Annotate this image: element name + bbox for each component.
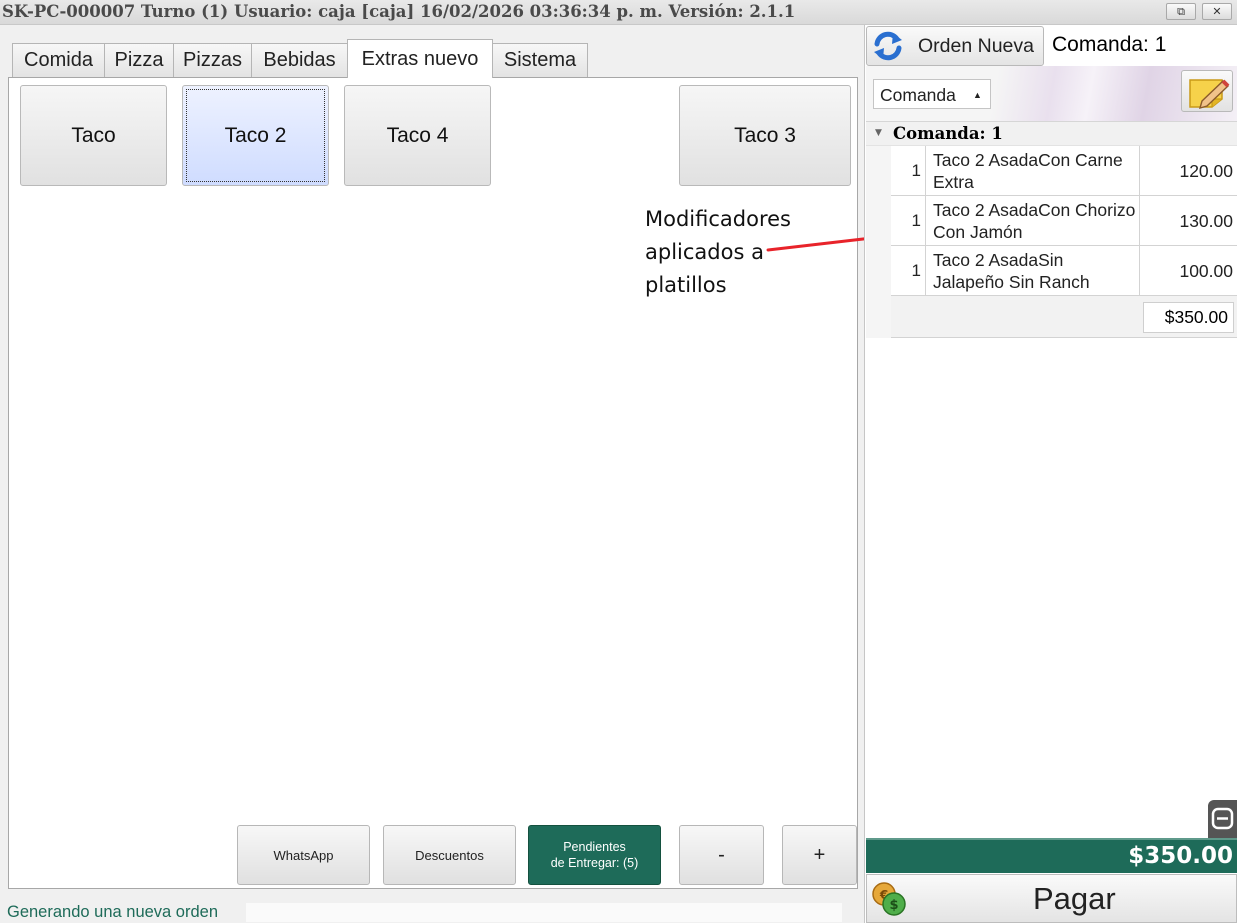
product-taco-3-button[interactable]: Taco 3 — [679, 85, 851, 186]
collapse-icon: ▼ — [875, 128, 882, 138]
orden-nueva-button[interactable]: Orden Nueva — [866, 26, 1044, 66]
comanda-dropdown[interactable]: Comanda ▲ — [873, 79, 991, 109]
product-taco-2-button[interactable]: Taco 2 — [182, 85, 329, 186]
grid-indent — [866, 146, 891, 338]
title-bar: SK-PC-000007 Turno (1) Usuario: caja [ca… — [0, 0, 1237, 25]
note-button[interactable] — [1181, 70, 1233, 112]
order-row-price: 120.00 — [1179, 161, 1233, 181]
total-amount: $350.00 — [1128, 843, 1233, 869]
product-taco-4-button[interactable]: Taco 4 — [344, 85, 491, 186]
descuentos-button[interactable]: Descuentos — [383, 825, 516, 885]
subtotal-row: $350.00 — [891, 296, 1237, 338]
pendientes-label-line-2: de Entregar: (5) — [550, 856, 639, 870]
order-row-description: Taco 2 AsadaSin Jalapeño Sin Ranch — [933, 249, 1139, 293]
order-row-desc-line-1: Taco 2 AsadaSin — [933, 250, 1064, 270]
comanda-title: Comanda: 1 — [1052, 33, 1167, 56]
product-panel — [8, 77, 858, 889]
comanda-group-header[interactable]: ▼ Comanda: 1 — [866, 122, 1237, 146]
order-row-qty: 1 — [891, 196, 926, 246]
order-row-price: 130.00 — [1179, 211, 1233, 231]
tab-extras-nuevo[interactable]: Extras nuevo — [347, 39, 493, 78]
refresh-icon — [874, 31, 902, 61]
comanda-dropdown-value: Comanda — [880, 85, 956, 105]
order-row-desc-line-2: Jalapeño Sin Ranch — [933, 272, 1090, 292]
svg-text:$: $ — [889, 898, 898, 913]
minus-button[interactable]: - — [679, 825, 764, 885]
pendientes-label-line-1: Pendientes — [563, 840, 626, 854]
caret-up-icon: ▲ — [973, 90, 982, 100]
tab-sistema[interactable]: Sistema — [492, 43, 588, 77]
coins-icon: € $ — [872, 882, 906, 916]
note-edit-icon — [1189, 79, 1230, 110]
order-row-qty: 1 — [891, 246, 926, 296]
orden-nueva-label: Orden Nueva — [918, 35, 1034, 57]
annotation-line-3: platillos — [645, 273, 727, 297]
order-row-desc-line-2: Con Jamón — [933, 222, 1023, 242]
plus-button[interactable]: + — [782, 825, 857, 885]
order-row-desc-line-2: Extra — [933, 172, 974, 192]
status-bar: Generando una nueva orden — [0, 899, 862, 923]
order-row[interactable]: 1 Taco 2 AsadaCon Carne Extra 120.00 — [891, 146, 1237, 196]
restore-button[interactable]: ⧉ — [1166, 3, 1196, 20]
tab-pizzas[interactable]: Pizzas — [173, 43, 252, 77]
pagar-button[interactable]: € $ Pagar — [866, 874, 1237, 923]
status-progress-area — [246, 903, 842, 922]
order-row[interactable]: 1 Taco 2 AsadaSin Jalapeño Sin Ranch 100… — [891, 246, 1237, 296]
pendientes-entregar-button[interactable]: Pendientes de Entregar: (5) — [528, 825, 661, 885]
tab-comida[interactable]: Comida — [12, 43, 105, 77]
order-row-desc-line-1: Taco 2 AsadaCon Chorizo — [933, 200, 1136, 220]
status-text: Generando una nueva orden — [7, 903, 219, 921]
order-row-qty: 1 — [891, 146, 926, 196]
close-icon: ✕ — [1212, 5, 1222, 18]
window-title: SK-PC-000007 Turno (1) Usuario: caja [ca… — [2, 2, 796, 21]
total-bar: $350.00 — [866, 838, 1237, 873]
whatsapp-button[interactable]: WhatsApp — [237, 825, 370, 885]
restore-icon: ⧉ — [1177, 5, 1185, 18]
pagar-label: Pagar — [1033, 881, 1116, 916]
comanda-group-label: Comanda: 1 — [893, 124, 1003, 143]
order-row-description: Taco 2 AsadaCon Chorizo Con Jamón — [933, 199, 1139, 243]
order-row-desc-line-1: Taco 2 AsadaCon Carne — [933, 150, 1123, 170]
tab-bebidas[interactable]: Bebidas — [251, 43, 348, 77]
order-row[interactable]: 1 Taco 2 AsadaCon Chorizo Con Jamón 130.… — [891, 196, 1237, 246]
close-button[interactable]: ✕ — [1202, 3, 1232, 20]
tab-pizza[interactable]: Pizza — [104, 43, 174, 77]
order-row-price: 100.00 — [1179, 261, 1233, 281]
product-taco-button[interactable]: Taco — [20, 85, 167, 186]
order-row-description: Taco 2 AsadaCon Carne Extra — [933, 149, 1139, 193]
subtotal-value: $350.00 — [1143, 302, 1234, 333]
